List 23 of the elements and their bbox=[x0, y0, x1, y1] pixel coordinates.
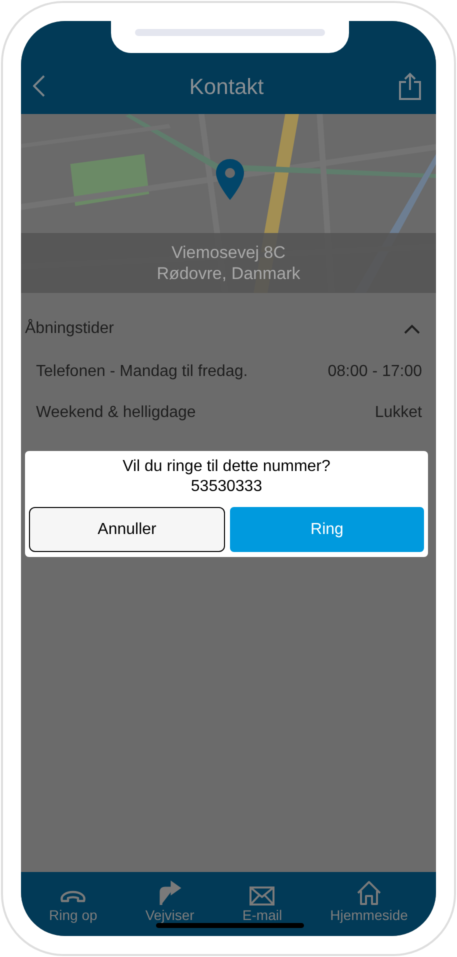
section-title: Åbningstider bbox=[25, 318, 114, 339]
phone-number: 53530333 bbox=[190, 477, 262, 497]
hours-label: Telefonen - Mandag til fredag. bbox=[36, 362, 248, 382]
turn-right-arrow-icon bbox=[156, 880, 183, 906]
map-pin-icon bbox=[215, 158, 245, 202]
hours-value: 08:00 - 17:00 bbox=[328, 362, 422, 382]
tab-bar-item[interactable]: Ring op bbox=[49, 880, 98, 922]
cancel-button[interactable]: Annuller bbox=[29, 507, 225, 552]
envelope-icon bbox=[249, 886, 276, 906]
city-address: Rødovre, Danmark bbox=[156, 263, 300, 284]
hours-value: Lukket bbox=[374, 402, 422, 422]
tab-bar-item[interactable]: Vejviser bbox=[145, 880, 194, 922]
page-title: Kontakt bbox=[189, 76, 264, 98]
ring-button[interactable]: Ring bbox=[230, 507, 424, 552]
street-address: Viemosevej 8C bbox=[171, 242, 286, 263]
back-chevron-icon bbox=[33, 75, 45, 97]
share-icon bbox=[398, 72, 421, 100]
tab-bar-item[interactable]: E-mail bbox=[242, 880, 282, 922]
tab-bar-item[interactable]: Hjemmeside bbox=[330, 880, 408, 922]
hours-label: Weekend & helligdage bbox=[36, 402, 196, 422]
dialog-message: Vil du ringe til dette nummer? bbox=[122, 457, 330, 477]
opening-hours-header[interactable]: Åbningstider bbox=[21, 293, 436, 351]
home-icon bbox=[356, 880, 382, 906]
